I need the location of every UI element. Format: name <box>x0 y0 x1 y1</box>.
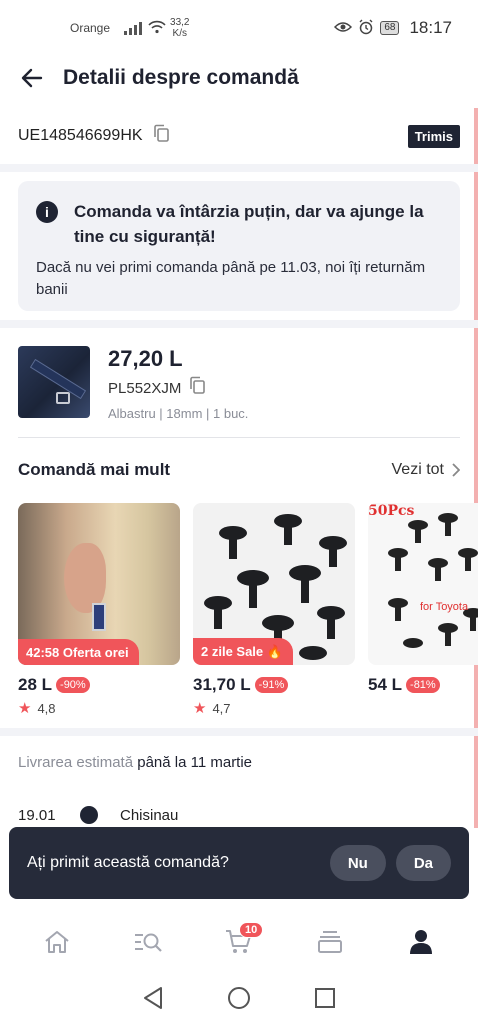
app-header: Detalii despre comandă <box>0 56 478 100</box>
nav-orders[interactable] <box>306 918 354 966</box>
product-image[interactable]: 2 zile Sale 🔥 <box>193 503 355 665</box>
search-icon <box>135 933 162 952</box>
chevron-right-icon <box>452 463 460 477</box>
clips-illustration <box>388 513 478 648</box>
copy-icon <box>190 376 206 394</box>
system-home-button[interactable] <box>225 984 253 1012</box>
signal-icon <box>124 21 143 35</box>
discount-badge: -90% <box>56 677 90 693</box>
timeline-location: Chisinau <box>120 806 179 824</box>
section-title: Comandă mai mult <box>18 460 171 479</box>
rating: ★ 4,7 <box>193 699 355 717</box>
product-card[interactable]: 2 zile Sale 🔥 31,70 L -91% ★ 4,7 <box>193 503 355 717</box>
arrow-left-icon <box>21 68 43 88</box>
tracking-timeline-entry: 19.01 Chisinau <box>18 806 178 824</box>
no-button[interactable]: Nu <box>329 845 386 881</box>
copy-tracking-button[interactable] <box>153 124 170 148</box>
delivery-label: Livrarea estimată <box>18 754 134 771</box>
rating-value: 4,8 <box>37 700 56 716</box>
alarm-icon <box>358 19 374 38</box>
orders-icon <box>317 931 342 953</box>
system-navigation <box>0 972 478 1024</box>
card-price: 31,70 L <box>193 675 251 694</box>
system-recents-button[interactable] <box>311 984 339 1012</box>
image-caption: for Toyota <box>420 601 469 613</box>
order-id-row: UE148546699HK Trimis <box>18 118 460 154</box>
notice-title: Comanda va întârzia puțin, dar va ajunge… <box>74 202 424 246</box>
section-divider <box>0 164 478 172</box>
home-icon <box>45 931 70 953</box>
star-icon: ★ <box>193 700 207 717</box>
nav-account[interactable] <box>397 918 445 966</box>
star-icon: ★ <box>18 700 32 717</box>
wifi-icon <box>148 20 166 37</box>
system-back-button[interactable] <box>139 984 167 1012</box>
copy-icon <box>153 124 169 142</box>
status-badge: Trimis <box>407 124 460 148</box>
account-icon <box>409 930 432 954</box>
product-image[interactable]: 50Pcs for Toyota <box>368 503 478 665</box>
nav-cart[interactable]: 10 <box>215 918 264 966</box>
promo-badge: 2 zile Sale 🔥 <box>193 638 293 665</box>
info-icon: i <box>36 201 58 223</box>
product-variant: Albastru | 18mm | 1 buc. <box>108 406 249 421</box>
product-card[interactable]: 42:58 Oferta orei 28 L -90% ★ 4,8 <box>18 503 180 717</box>
yes-button[interactable]: Da <box>395 845 451 881</box>
page-title: Detalii despre comandă <box>63 66 299 89</box>
network-speed: 33,2 K/s <box>170 17 189 39</box>
timeline-date: 19.01 <box>18 806 56 824</box>
timeline-dot <box>80 806 98 824</box>
rating: ★ 4,8 <box>18 699 180 717</box>
carrier-label: Orange <box>70 21 111 35</box>
promo-badge: 42:58 Oferta orei <box>18 639 139 665</box>
estimated-delivery: Livrarea estimată până la 11 martie <box>18 754 252 771</box>
square-recents-icon <box>315 988 335 1008</box>
ordered-product[interactable]: 27,20 L PL552XJM Albastru | 18mm | 1 buc… <box>18 346 460 422</box>
battery-icon: 68 <box>380 21 400 35</box>
delivery-value: până la 11 martie <box>137 754 253 771</box>
product-price: 27,20 L <box>108 346 183 371</box>
discount-badge: -91% <box>254 677 289 693</box>
image-caption: 50Pcs <box>368 503 415 519</box>
status-bar: Orange 33,2 K/s 68 18:17 <box>0 0 478 56</box>
order-more-header: Comandă mai mult Vezi tot <box>18 456 460 484</box>
product-sku: PL552XJM <box>108 379 182 397</box>
speed-unit: K/s <box>172 28 187 39</box>
speed-value: 33,2 <box>170 17 190 28</box>
notice-body: Dacă nu vei primi comanda până pe 11.03,… <box>36 259 426 298</box>
section-divider <box>0 320 478 328</box>
back-button[interactable] <box>20 66 44 90</box>
rating-value: 4,7 <box>212 700 231 716</box>
clock: 18:17 <box>409 18 452 37</box>
divider <box>18 437 460 438</box>
nav-search[interactable] <box>124 918 172 966</box>
product-image[interactable] <box>18 346 90 418</box>
triangle-back-icon <box>144 987 162 1009</box>
eye-icon <box>334 20 353 37</box>
confirmation-question: Ați primit această comandă? <box>27 854 229 871</box>
copy-sku-button[interactable] <box>189 376 206 400</box>
discount-badge: -81% <box>406 677 440 693</box>
card-price: 54 L <box>368 675 403 694</box>
section-divider <box>0 728 478 736</box>
product-image[interactable]: 42:58 Oferta orei <box>18 503 180 665</box>
delay-notice: i Comanda va întârzia puțin, dar va ajun… <box>18 181 460 311</box>
cart-count-badge: 10 <box>238 922 264 938</box>
see-all-label: Vezi tot <box>391 461 444 478</box>
tracking-number: UE148546699HK <box>18 127 143 144</box>
card-price: 28 L <box>18 675 53 694</box>
bottom-navigation: 10 <box>0 912 478 972</box>
receipt-confirmation-snackbar: Ați primit această comandă? Nu Da <box>9 827 469 899</box>
circle-home-icon <box>228 987 250 1009</box>
product-card[interactable]: 50Pcs for Toyota 54 L -81% <box>368 503 478 695</box>
nav-home[interactable] <box>33 918 81 966</box>
see-all-link[interactable]: Vezi tot <box>392 461 460 479</box>
recommendations-carousel[interactable]: 42:58 Oferta orei 28 L -90% ★ 4,8 2 zile… <box>18 503 478 723</box>
